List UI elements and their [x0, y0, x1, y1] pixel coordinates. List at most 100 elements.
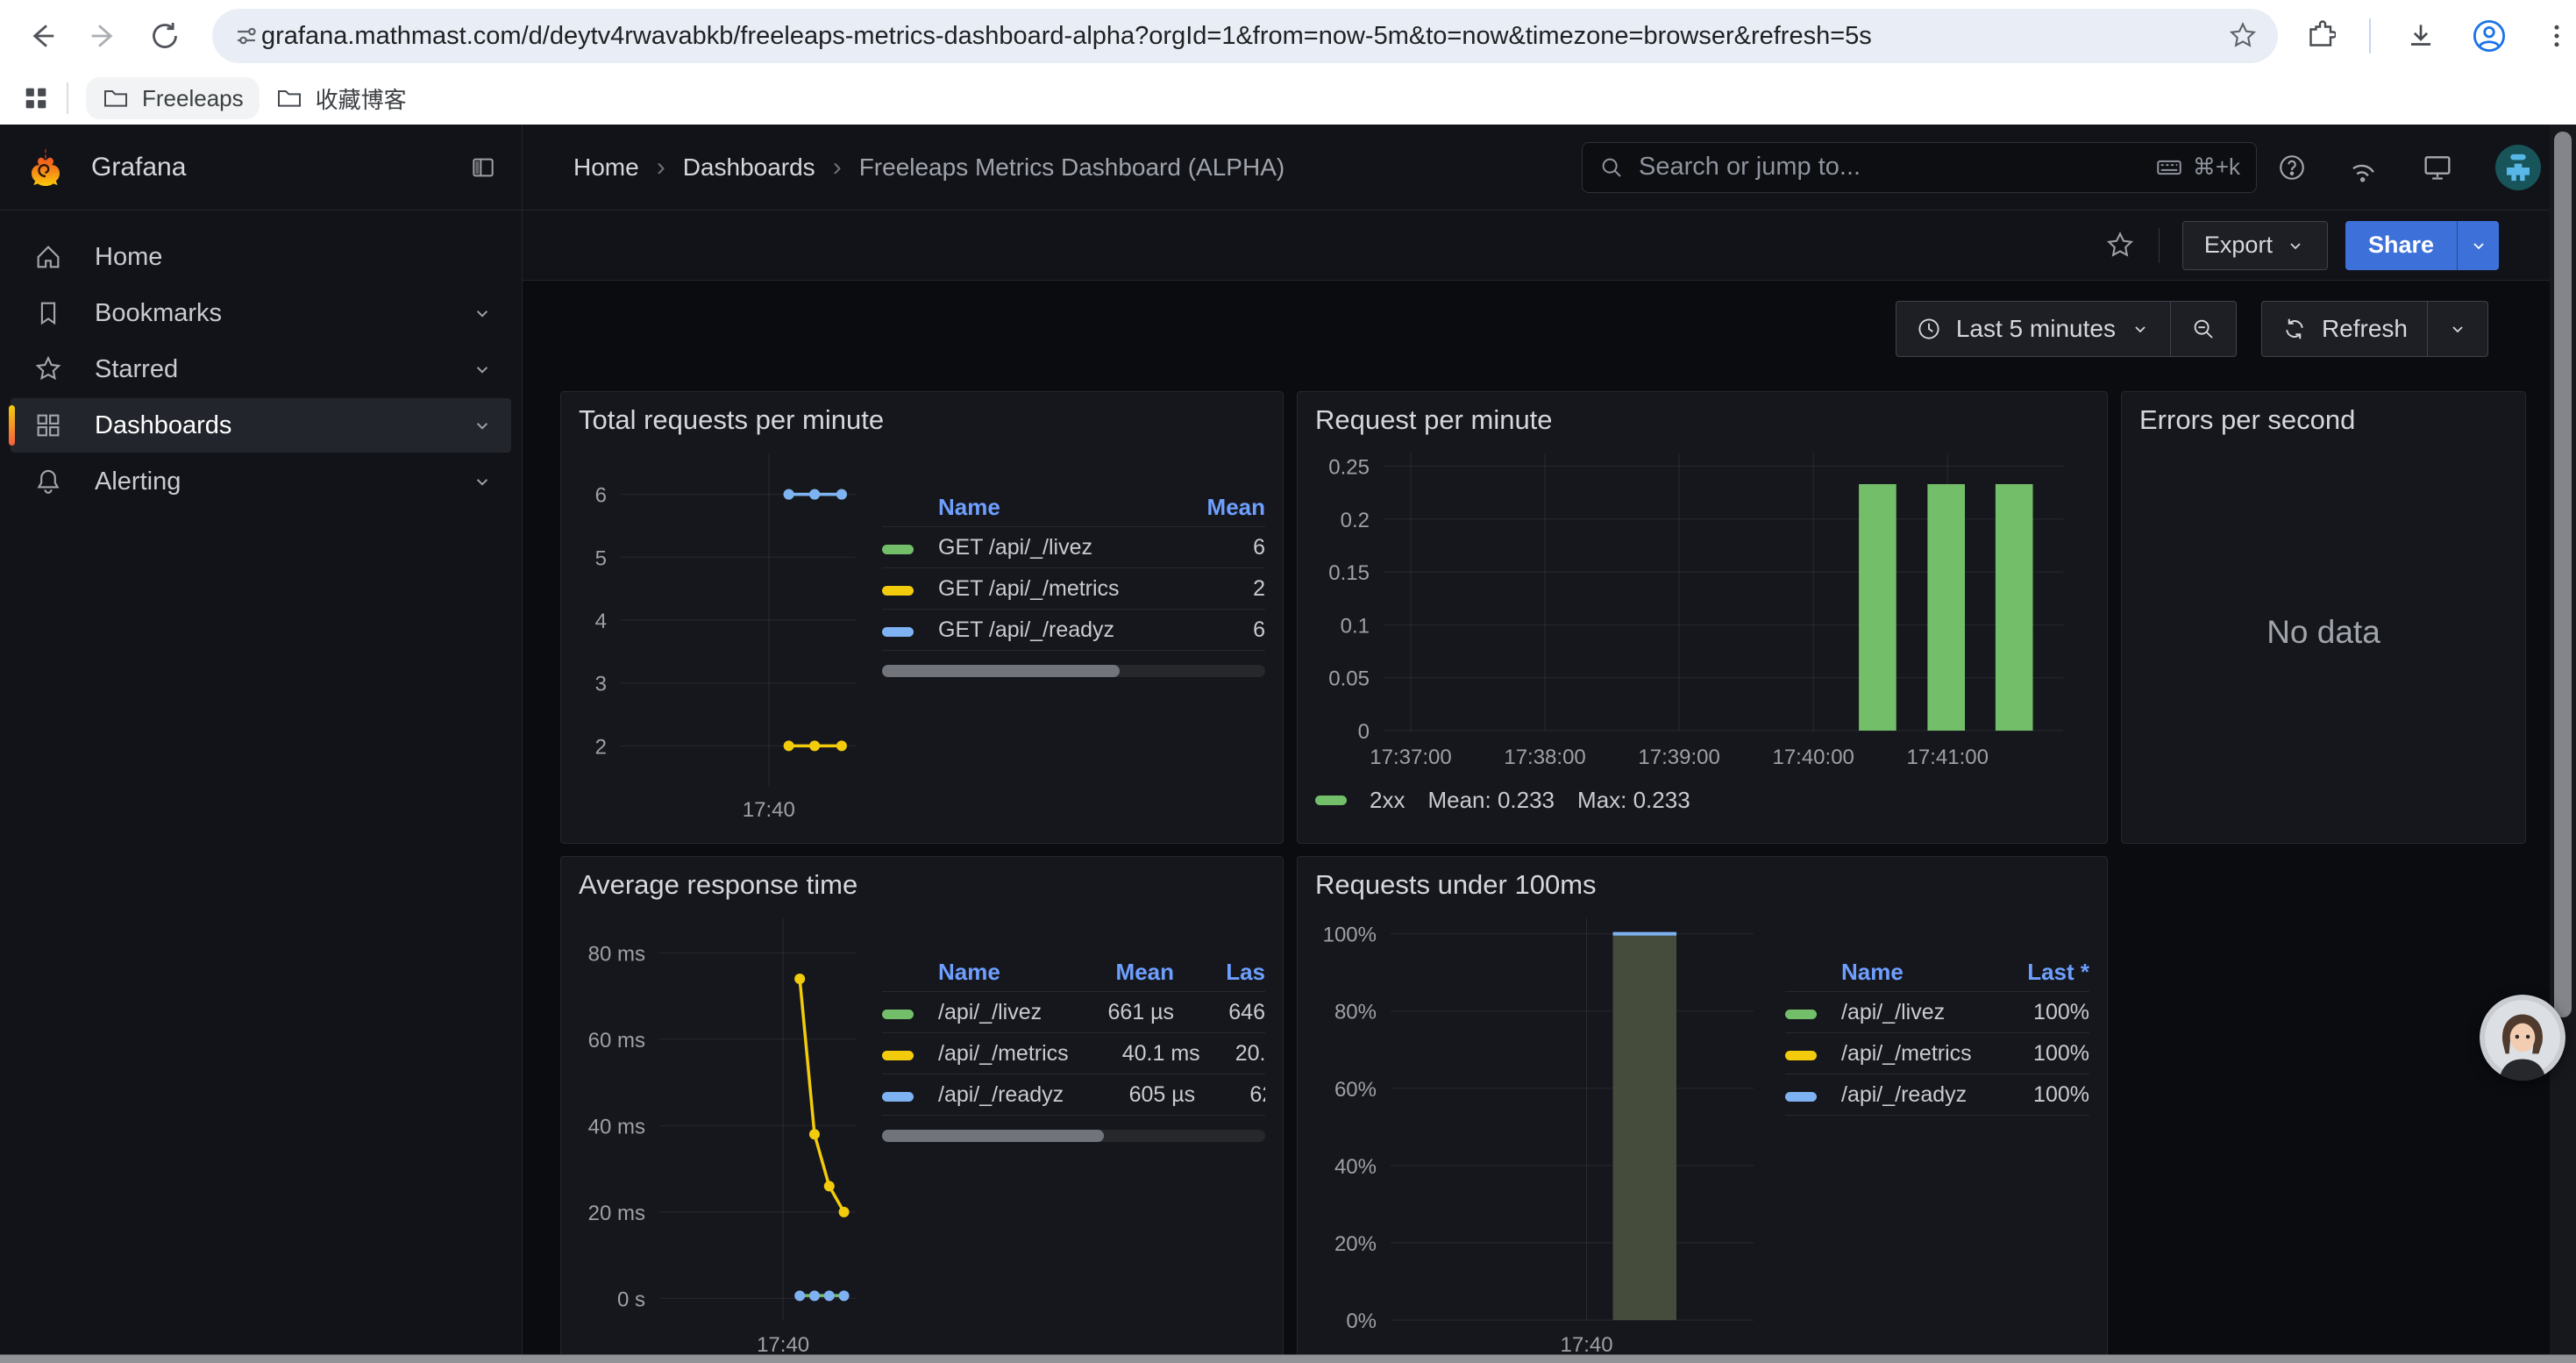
zoom-out-icon	[2190, 316, 2217, 342]
dashboard-main: Export Share Last 5 minutes	[523, 211, 2550, 1363]
browser-forward-button[interactable]	[84, 17, 123, 55]
legend-row[interactable]: GET /api/_/livez 6	[882, 527, 1265, 568]
chevron-down-icon[interactable]	[471, 358, 494, 381]
search-icon	[1598, 154, 1625, 181]
breadcrumb-dashboards[interactable]: Dashboards	[683, 153, 815, 182]
browser-menu-icon[interactable]	[2541, 20, 2572, 52]
legend-row[interactable]: /api/_/metrics 40.1 ms 20.5 r	[882, 1033, 1265, 1074]
export-button[interactable]: Export	[2182, 221, 2328, 270]
legend[interactable]: 2xx Mean: 0.233 Max: 0.233	[1315, 787, 2089, 814]
kiosk-monitor-icon[interactable]	[2420, 150, 2455, 185]
help-icon[interactable]	[2276, 152, 2308, 183]
zoom-out-button[interactable]	[2171, 302, 2236, 356]
bookmark-star-icon[interactable]	[2227, 20, 2259, 52]
user-avatar[interactable]	[2495, 145, 2541, 190]
panel-title[interactable]: Requests under 100ms	[1315, 867, 2089, 904]
share-menu-button[interactable]	[2457, 221, 2499, 270]
svg-text:17:40: 17:40	[1561, 1333, 1613, 1357]
url-input[interactable]	[261, 22, 2227, 51]
sidebar-item-alerting[interactable]: Alerting	[11, 454, 511, 509]
browser-reload-button[interactable]	[146, 17, 184, 55]
svg-text:0.2: 0.2	[1341, 509, 1370, 532]
apps-grid-icon[interactable]	[21, 83, 51, 113]
svg-text:17:38:00: 17:38:00	[1504, 746, 1585, 769]
refresh-button[interactable]: Refresh	[2262, 302, 2427, 356]
legend-table: Name Mean Las /api/_/livez 661 µs 646	[882, 953, 1265, 1360]
panel-title[interactable]: Average response time	[579, 867, 1265, 904]
favorite-star-icon[interactable]	[2104, 230, 2136, 261]
requests-under-100ms-chart[interactable]: 0%20%40%60%80%100%17:40	[1315, 904, 1771, 1360]
site-settings-icon[interactable]	[231, 21, 261, 51]
panel-title[interactable]: Request per minute	[1315, 403, 2089, 439]
profile-icon[interactable]	[2471, 18, 2508, 54]
share-button[interactable]: Share	[2345, 221, 2457, 270]
time-range-picker[interactable]: Last 5 minutes	[1896, 302, 2170, 356]
browser-back-button[interactable]	[23, 17, 61, 55]
legend-header-mean[interactable]: Mean	[1169, 494, 1265, 521]
legend-header-last[interactable]: Last *	[1975, 959, 2089, 986]
sidebar-item-bookmarks[interactable]: Bookmarks	[11, 286, 511, 340]
legend-scrollbar[interactable]	[882, 665, 1265, 677]
legend-header-mean[interactable]: Mean	[1042, 959, 1174, 986]
svg-text:0.15: 0.15	[1328, 561, 1370, 585]
downloads-icon[interactable]	[2404, 19, 2437, 53]
dashboards-grid-icon	[33, 410, 63, 440]
horizontal-scrollbar[interactable]	[0, 1354, 2576, 1363]
panel-title[interactable]: Errors per second	[2139, 403, 2508, 439]
address-bar[interactable]	[212, 9, 2278, 63]
legend-row[interactable]: /api/_/readyz 100%	[1785, 1074, 2089, 1116]
search-box[interactable]: ⌘+k	[1582, 142, 2257, 193]
panel-total-requests: Total requests per minute 2345617:40 Nam…	[560, 391, 1284, 844]
bookmark-folder-blogs[interactable]: 收藏博客	[260, 75, 423, 122]
legend-row[interactable]: /api/_/readyz 605 µs 620	[882, 1074, 1265, 1116]
legend-row[interactable]: /api/_/metrics 100%	[1785, 1033, 2089, 1074]
legend-header-last[interactable]: Las	[1174, 959, 1265, 986]
svg-text:60%: 60%	[1334, 1078, 1377, 1102]
extensions-icon[interactable]	[2304, 20, 2336, 52]
sidebar-item-starred[interactable]: Starred	[11, 342, 511, 396]
vertical-scrollbar[interactable]	[2550, 125, 2576, 1363]
legend-header-name[interactable]: Name	[938, 494, 1169, 521]
request-per-minute-chart[interactable]: 00.050.10.150.20.2517:37:0017:38:0017:39…	[1315, 439, 2089, 773]
divider	[67, 82, 68, 114]
refresh-group: Refresh	[2261, 301, 2488, 357]
avg-response-time-chart[interactable]: 0 s20 ms40 ms60 ms80 ms17:40	[579, 904, 868, 1360]
search-shortcut: ⌘+k	[2154, 153, 2240, 182]
legend-row[interactable]: GET /api/_/metrics 2	[882, 568, 1265, 610]
scrollbar-thumb[interactable]	[2554, 132, 2572, 1017]
brand-name: Grafana	[91, 153, 186, 182]
bookmark-icon	[33, 298, 63, 328]
chevron-down-icon[interactable]	[471, 414, 494, 437]
home-icon	[33, 242, 63, 272]
series-color-pill	[882, 1092, 914, 1102]
dock-sidebar-icon[interactable]	[469, 153, 497, 182]
series-color-pill	[1315, 796, 1347, 805]
sidebar-item-home[interactable]: Home	[11, 230, 511, 284]
legend-scrollbar[interactable]	[882, 1130, 1265, 1142]
legend-header-name[interactable]: Name	[938, 959, 1042, 986]
legend-series-name: 2xx	[1370, 787, 1405, 814]
grafana-logo-icon[interactable]	[25, 146, 67, 189]
svg-text:40 ms: 40 ms	[588, 1115, 645, 1138]
news-rss-icon[interactable]	[2348, 152, 2380, 183]
refresh-interval-button[interactable]	[2428, 302, 2487, 356]
panel-title[interactable]: Total requests per minute	[579, 403, 1265, 439]
legend-header-name[interactable]: Name	[1841, 959, 1975, 986]
total-requests-chart[interactable]: 2345617:40	[579, 439, 868, 825]
star-icon	[33, 354, 63, 384]
breadcrumb-separator: ›	[657, 153, 665, 182]
search-input[interactable]	[1639, 153, 2154, 182]
sidebar-item-dashboards[interactable]: Dashboards	[11, 398, 511, 453]
chevron-down-icon[interactable]	[471, 302, 494, 325]
legend-row[interactable]: /api/_/livez 661 µs 646	[882, 992, 1265, 1033]
chevron-down-icon[interactable]	[471, 470, 494, 493]
assistant-avatar[interactable]	[2480, 995, 2565, 1081]
svg-text:4: 4	[595, 610, 607, 633]
bookmark-folder-freeleaps[interactable]: Freeleaps	[86, 77, 260, 119]
svg-text:0.1: 0.1	[1341, 614, 1370, 638]
breadcrumb-home[interactable]: Home	[573, 153, 639, 182]
svg-text:20 ms: 20 ms	[588, 1202, 645, 1225]
sidebar: Home Bookmarks Starred Dashboards	[0, 211, 523, 1363]
legend-row[interactable]: /api/_/livez 100%	[1785, 992, 2089, 1033]
legend-row[interactable]: GET /api/_/readyz 6	[882, 610, 1265, 651]
